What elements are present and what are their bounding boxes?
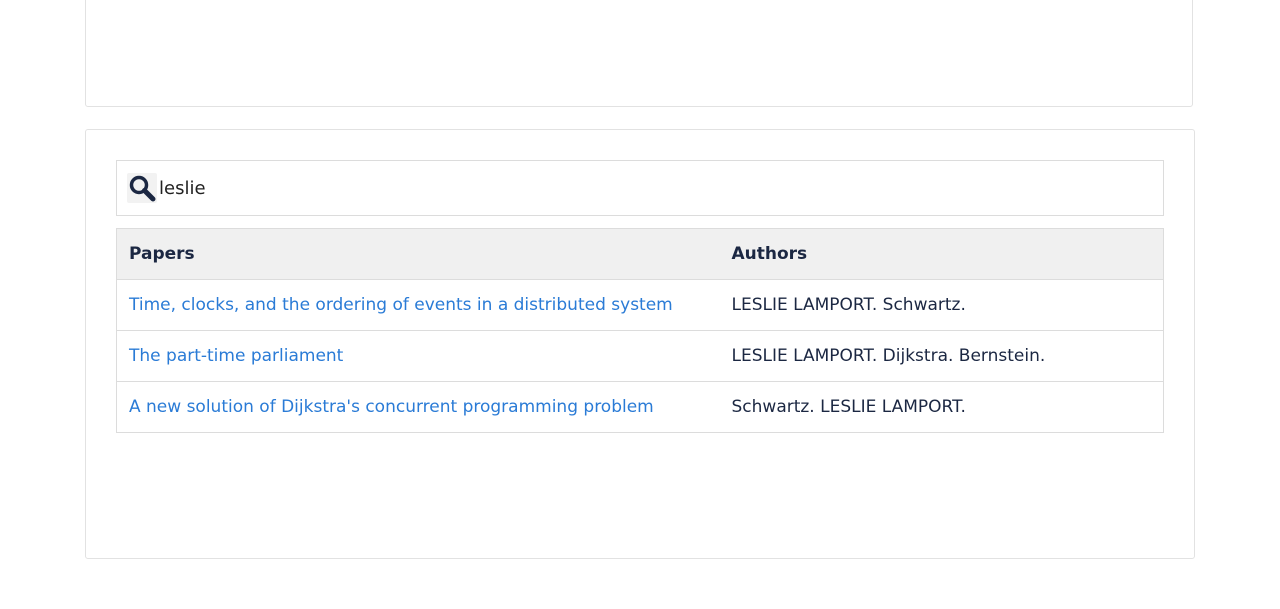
search-input[interactable]	[157, 168, 1163, 208]
top-card	[85, 0, 1193, 107]
paper-cell: Time, clocks, and the ordering of events…	[116, 279, 720, 331]
results-table: Papers Authors Time, clocks, and the ord…	[116, 228, 1164, 433]
table-row: Time, clocks, and the ordering of events…	[116, 279, 1164, 331]
table-row: The part-time parliament LESLIE LAMPORT.…	[116, 330, 1164, 382]
paper-cell: A new solution of Dijkstra's concurrent …	[116, 381, 720, 433]
authors-column-header: Authors	[719, 228, 1164, 280]
table-header-row: Papers Authors	[116, 228, 1164, 280]
paper-cell: The part-time parliament	[116, 330, 720, 382]
search-bar[interactable]	[116, 160, 1164, 216]
paper-link[interactable]: Time, clocks, and the ordering of events…	[129, 295, 673, 315]
authors-cell: LESLIE LAMPORT. Schwartz.	[719, 279, 1164, 331]
table-row: A new solution of Dijkstra's concurrent …	[116, 381, 1164, 433]
search-icon[interactable]	[127, 173, 157, 203]
search-card: Papers Authors Time, clocks, and the ord…	[85, 129, 1195, 559]
authors-cell: LESLIE LAMPORT. Dijkstra. Bernstein.	[719, 330, 1164, 382]
paper-link[interactable]: The part-time parliament	[129, 346, 343, 366]
papers-column-header: Papers	[116, 228, 720, 280]
paper-link[interactable]: A new solution of Dijkstra's concurrent …	[129, 397, 654, 417]
authors-cell: Schwartz. LESLIE LAMPORT.	[719, 381, 1164, 433]
